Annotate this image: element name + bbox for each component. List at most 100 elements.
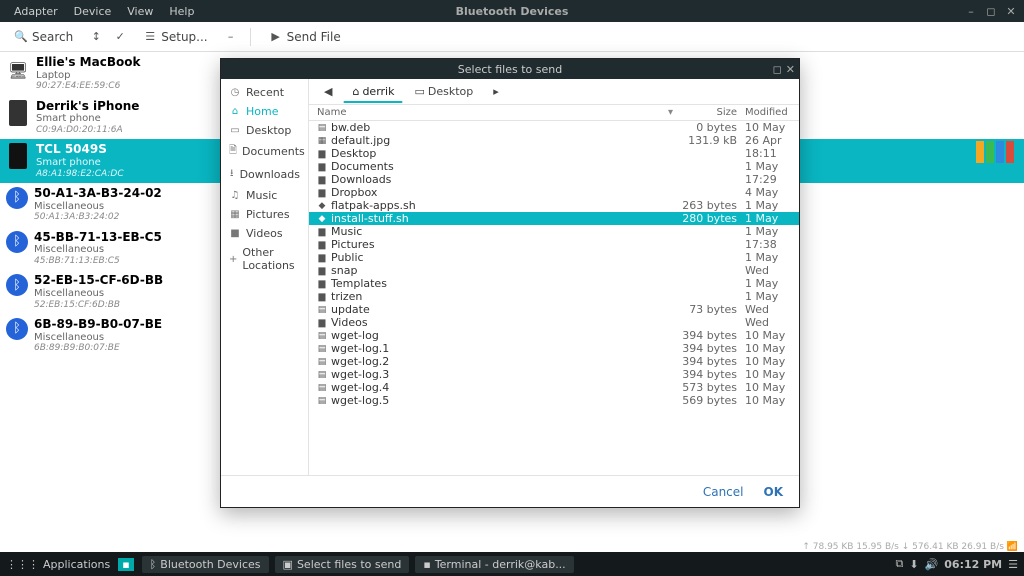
- file-row[interactable]: ▆Pictures17:38: [309, 238, 799, 251]
- place-icon: ◷: [229, 87, 241, 98]
- file-type-icon: ▤: [315, 123, 329, 133]
- file-size: 394 bytes: [679, 329, 741, 342]
- path-bar[interactable]: ◀⌂derrik▭Desktop▸: [309, 79, 799, 105]
- file-row[interactable]: ▤wget-log.2394 bytes10 May: [309, 355, 799, 368]
- place-icon: ▦: [229, 209, 241, 220]
- file-type-icon: ◆: [315, 201, 329, 211]
- menu-help[interactable]: Help: [161, 5, 202, 18]
- menu-device[interactable]: Device: [66, 5, 120, 18]
- bluetooth-device-list[interactable]: 🖥Ellie's MacBookLaptop90:27:E4:EE:59:C6D…: [0, 52, 200, 552]
- file-row[interactable]: ◆flatpak-apps.sh263 bytes1 May: [309, 199, 799, 212]
- file-row[interactable]: ▤update73 bytesWed: [309, 303, 799, 316]
- path-segment[interactable]: ⌂derrik: [343, 81, 403, 103]
- places-sidebar[interactable]: ◷ Recent ⌂Home▭Desktop🗎Documents⭳Downloads…: [221, 79, 309, 475]
- column-name-label[interactable]: Name: [317, 107, 347, 118]
- sort-desc-icon[interactable]: ▾: [668, 107, 673, 118]
- device-address: 45:BB:71:13:EB:C5: [34, 256, 162, 266]
- file-row[interactable]: ▤bw.deb0 bytes10 May: [309, 121, 799, 134]
- file-row[interactable]: ▤wget-log394 bytes10 May: [309, 329, 799, 342]
- device-item[interactable]: ᛒ45-BB-71-13-EB-C5Miscellaneous45:BB:71:…: [0, 227, 200, 271]
- cancel-button[interactable]: Cancel: [703, 485, 744, 499]
- file-row[interactable]: ▆Dropbox4 May: [309, 186, 799, 199]
- path-segment[interactable]: ▸: [484, 81, 508, 102]
- dialog-maximize-icon[interactable]: ◻: [773, 63, 782, 76]
- dialog-close-icon[interactable]: ✕: [786, 63, 795, 76]
- device-name: 6B-89-B9-B0-07-BE: [34, 318, 162, 332]
- menu-view[interactable]: View: [119, 5, 161, 18]
- file-row[interactable]: ▆trizen1 May: [309, 290, 799, 303]
- file-row[interactable]: ▆Downloads17:29: [309, 173, 799, 186]
- places-item[interactable]: ♫Music: [221, 186, 308, 205]
- file-row[interactable]: ▤wget-log.5569 bytes10 May: [309, 394, 799, 407]
- taskbar-entry[interactable]: ᛒBluetooth Devices: [142, 556, 269, 573]
- dropbox-tray-icon[interactable]: ⧉: [895, 557, 903, 571]
- window-maximize-icon[interactable]: ◻: [984, 5, 998, 18]
- file-row[interactable]: ▆Public1 May: [309, 251, 799, 264]
- file-row[interactable]: ▆snapWed: [309, 264, 799, 277]
- desktop-switcher-icon[interactable]: ▪: [118, 558, 133, 571]
- check-icon[interactable]: ✓: [113, 30, 127, 43]
- applications-launcher[interactable]: ⋮⋮⋮ Applications ▪: [6, 558, 134, 571]
- places-item[interactable]: ■Videos: [221, 224, 308, 243]
- file-row[interactable]: ▆Music1 May: [309, 225, 799, 238]
- task-label: Bluetooth Devices: [160, 558, 260, 571]
- places-item[interactable]: ▭Desktop: [221, 121, 308, 140]
- menu-adapter[interactable]: Adapter: [6, 5, 66, 18]
- file-row[interactable]: ▤wget-log.3394 bytes10 May: [309, 368, 799, 381]
- setup-button[interactable]: ☰ Setup...: [137, 28, 213, 46]
- places-item[interactable]: ⭳Downloads: [221, 163, 308, 186]
- place-icon: 🗎: [229, 143, 237, 160]
- clock[interactable]: 06:12 PM: [944, 558, 1002, 571]
- taskbar-entry[interactable]: ▣Select files to send: [275, 556, 410, 573]
- places-item[interactable]: ◷ Recent: [221, 83, 308, 102]
- place-label: Recent: [246, 86, 284, 99]
- file-modified: 1 May: [741, 251, 799, 264]
- window-close-icon[interactable]: ✕: [1004, 5, 1018, 18]
- file-row[interactable]: ▆Desktop18:11: [309, 147, 799, 160]
- file-row[interactable]: ▦default.jpg131.9 kB26 Apr: [309, 134, 799, 147]
- place-icon: ⌂: [229, 106, 241, 117]
- file-row[interactable]: ◆install-stuff.sh280 bytes1 May: [309, 212, 799, 225]
- places-item[interactable]: ▦Pictures: [221, 205, 308, 224]
- app-menubar: Adapter Device View Help Bluetooth Devic…: [0, 0, 1024, 22]
- file-list[interactable]: ▤bw.deb0 bytes10 May▦default.jpg131.9 kB…: [309, 121, 799, 475]
- file-row[interactable]: ▤wget-log.4573 bytes10 May: [309, 381, 799, 394]
- device-item[interactable]: ᛒ50-A1-3A-B3-24-02Miscellaneous50:A1:3A:…: [0, 183, 200, 227]
- path-segment[interactable]: ◀: [315, 81, 341, 102]
- file-row[interactable]: ▆Templates1 May: [309, 277, 799, 290]
- file-row[interactable]: ▆VideosWed: [309, 316, 799, 329]
- file-modified: 10 May: [741, 381, 799, 394]
- column-size-label[interactable]: Size: [679, 107, 741, 118]
- column-modified-label[interactable]: Modified: [741, 107, 799, 118]
- device-item[interactable]: ᛒ6B-89-B9-B0-07-BEMiscellaneous6B:89:B9:…: [0, 314, 200, 358]
- search-label: Search: [32, 30, 73, 44]
- places-item[interactable]: 🗎Documents: [221, 140, 308, 163]
- device-type: Laptop: [36, 70, 140, 82]
- taskbar-entry[interactable]: ▪Terminal - derrik@kab...: [415, 556, 573, 573]
- places-item[interactable]: ⌂Home: [221, 102, 308, 121]
- remove-icon[interactable]: –: [224, 30, 238, 43]
- volume-tray-icon[interactable]: 🔊: [925, 558, 939, 571]
- search-button[interactable]: 🔍 Search: [8, 28, 79, 46]
- main-toolbar: 🔍 Search ↕ ✓ ☰ Setup... – ▶ Send File: [0, 22, 1024, 52]
- device-item[interactable]: ᛒ52-EB-15-CF-6D-BBMiscellaneous52:EB:15:…: [0, 270, 200, 314]
- path-segment[interactable]: ▭Desktop: [405, 81, 482, 102]
- user-tray-icon[interactable]: ☰: [1008, 558, 1018, 571]
- updates-tray-icon[interactable]: ⬇: [909, 558, 918, 571]
- file-row[interactable]: ▤wget-log.1394 bytes10 May: [309, 342, 799, 355]
- system-tray[interactable]: ⧉ ⬇ 🔊 06:12 PM ☰: [895, 557, 1018, 571]
- file-row[interactable]: ▆Documents1 May: [309, 160, 799, 173]
- send-file-button[interactable]: ▶ Send File: [263, 28, 347, 46]
- device-name: Ellie's MacBook: [36, 56, 140, 70]
- sort-up-down-icon[interactable]: ↕: [89, 30, 103, 43]
- file-type-icon: ▆: [315, 292, 329, 302]
- send-icon: ▶: [269, 30, 283, 43]
- places-item[interactable]: +Other Locations: [221, 243, 308, 275]
- file-type-icon: ◆: [315, 214, 329, 224]
- ok-button[interactable]: OK: [764, 485, 784, 499]
- window-minimize-icon[interactable]: –: [964, 5, 978, 18]
- file-list-header[interactable]: Name ▾ Size Modified: [309, 105, 799, 121]
- dialog-titlebar[interactable]: Select files to send ◻ ✕: [221, 59, 799, 79]
- device-item[interactable]: Derrik's iPhoneSmart phoneC0:9A:D0:20:11…: [0, 96, 200, 140]
- device-item[interactable]: 🖥Ellie's MacBookLaptop90:27:E4:EE:59:C6: [0, 52, 200, 96]
